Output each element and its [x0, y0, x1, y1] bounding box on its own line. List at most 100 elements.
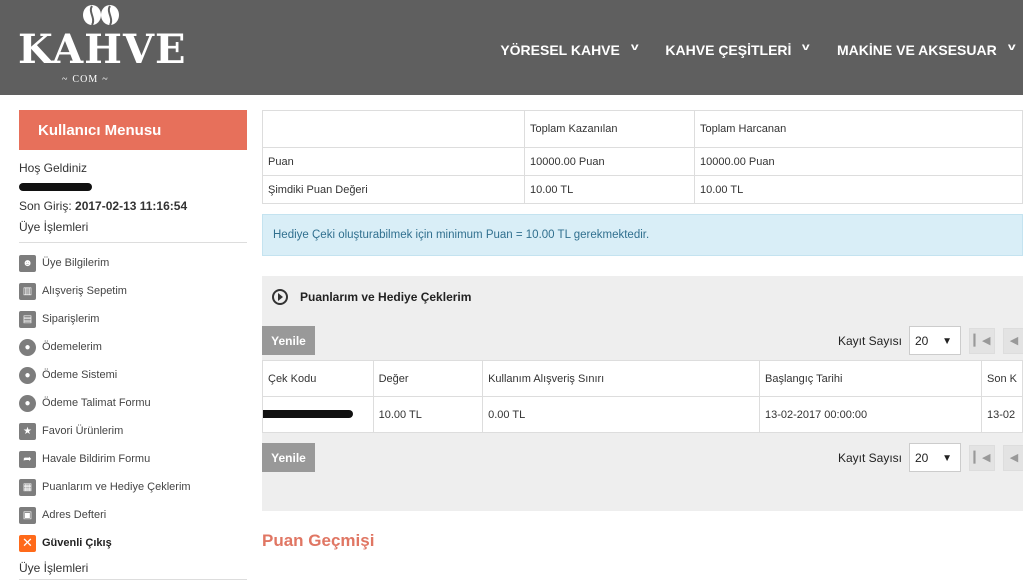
- top-toolbar: Yenile Kayıt Sayısı 20 ▼ ▎◀ ◀: [262, 326, 1023, 360]
- basket-icon: ▥: [19, 282, 36, 300]
- play-circle-icon: [272, 289, 288, 305]
- sidebar-item-guvenli-cikis[interactable]: ✕ Güvenli Çıkış: [19, 529, 247, 557]
- main-content: Toplam Kazanılan Toplam Harcanan Puan 10…: [262, 110, 1023, 551]
- last-login-label: Son Giriş:: [19, 199, 72, 213]
- sidebar-item-odeme-talimat-formu[interactable]: ● Ödeme Talimat Formu: [19, 389, 247, 417]
- chevron-down-icon: v: [802, 41, 811, 53]
- first-page-button[interactable]: ▎◀: [969, 327, 995, 354]
- share-arrow-icon: ➦: [19, 450, 36, 468]
- address-card-icon: ▣: [19, 506, 36, 524]
- column-header[interactable]: Çek Kodu: [262, 360, 374, 397]
- record-count-label: Kayıt Sayısı: [837, 333, 902, 348]
- table-cell: 10.00 TL: [694, 175, 1023, 204]
- table-cell: 10000.00 Puan: [694, 147, 1023, 176]
- table-row: Şimdiki Puan Değeri 10.00 TL 10.00 TL: [262, 175, 1023, 204]
- prev-page-button[interactable]: ◀: [1003, 327, 1023, 354]
- panel-header[interactable]: Puanlarım ve Hediye Çeklerim: [262, 276, 1023, 318]
- sidebar-item-odeme-sistemi[interactable]: ● Ödeme Sistemi: [19, 361, 247, 389]
- sidebar-item-label: Siparişlerim: [42, 313, 100, 325]
- nav-kahve-cesitleri[interactable]: KAHVE ÇEŞİTLERİ v: [665, 41, 811, 59]
- column-header[interactable]: Değer: [372, 360, 484, 397]
- sidebar-item-label: Havale Bildirim Formu: [42, 453, 151, 465]
- column-header[interactable]: Başlangıç Tarihi: [758, 360, 983, 397]
- sidebar-item-puanlarim[interactable]: ▦ Puanlarım ve Hediye Çeklerim: [19, 473, 247, 501]
- record-count-label: Kayıt Sayısı: [837, 450, 902, 465]
- refresh-button[interactable]: Yenile: [262, 443, 315, 472]
- sidebar-item-label: Üye Bilgilerim: [42, 257, 110, 269]
- user-sidebar: Kullanıcı Menusu Hoş Geldiniz Son Giriş:…: [19, 110, 247, 580]
- table-header-row: Toplam Kazanılan Toplam Harcanan: [262, 110, 1023, 148]
- table-header-row: Çek Kodu Değer Kullanım Alışveriş Sınırı…: [262, 360, 1023, 397]
- nav-label: MAKİNE VE AKSESUAR: [837, 42, 997, 58]
- pager: Kayıt Sayısı 20 ▼ ▎◀ ◀: [838, 326, 1023, 355]
- welcome-text: Hoş Geldiniz: [19, 161, 88, 175]
- last-login: Son Giriş: 2017-02-13 11:16:54: [19, 196, 247, 217]
- logo-domain: COM: [58, 74, 113, 85]
- panel-title: Puanlarım ve Hediye Çeklerim: [300, 290, 472, 304]
- sidebar-item-label: Güvenli Çıkış: [42, 537, 112, 549]
- sidebar-item-uye-bilgilerim[interactable]: ☻ Üye Bilgilerim: [19, 249, 247, 277]
- first-page-icon: ▎◀: [973, 335, 991, 347]
- document-icon: ▤: [19, 310, 36, 328]
- prev-page-button[interactable]: ◀: [1003, 444, 1023, 471]
- sidebar-item-favori-urunlerim[interactable]: ★ Favori Ürünlerim: [19, 417, 247, 445]
- sidebar-item-siparislerim[interactable]: ▤ Siparişlerim: [19, 305, 247, 333]
- pager: Kayıt Sayısı 20 ▼ ▎◀ ◀: [838, 443, 1023, 472]
- table-cell: 10000.00 Puan: [524, 147, 695, 176]
- table-cell: 10.00 TL: [372, 396, 484, 433]
- sidebar-item-label: Ödemelerim: [42, 341, 102, 353]
- page-size-value: 20: [915, 450, 929, 465]
- table-cell: Puan: [262, 147, 525, 176]
- gift-cheques-panel: Puanlarım ve Hediye Çeklerim Yenile Kayı…: [262, 276, 1023, 511]
- site-logo[interactable]: KAHVE COM: [18, 4, 186, 90]
- sidebar-item-label: Favori Ürünlerim: [42, 425, 124, 437]
- sidebar-item-odemelerim[interactable]: ● Ödemelerim: [19, 333, 247, 361]
- dropdown-arrow-icon: ▼: [942, 453, 952, 464]
- gift-cheques-table: Çek Kodu Değer Kullanım Alışveriş Sınırı…: [262, 360, 1023, 433]
- column-header[interactable]: Son K: [981, 360, 1023, 397]
- page-size-select[interactable]: 20 ▼: [909, 443, 961, 472]
- info-alert: Hediye Çeki oluşturabilmek için minimum …: [262, 214, 1023, 256]
- star-icon: ★: [19, 422, 36, 440]
- sidebar-item-label: Ödeme Talimat Formu: [42, 397, 151, 409]
- last-login-value: 2017-02-13 11:16:54: [75, 199, 188, 213]
- page-size-select[interactable]: 20 ▼: [909, 326, 961, 355]
- table-cell: 13-02-2017 00:00:00: [758, 396, 983, 433]
- sidebar-title: Kullanıcı Menusu: [19, 110, 247, 150]
- section-title: Üye İşlemleri: [19, 217, 247, 243]
- logo-wordmark: KAHVE: [18, 26, 187, 73]
- coin-icon: ●: [19, 366, 36, 384]
- points-history-title: Puan Geçmişi: [262, 531, 375, 550]
- nav-label: KAHVE ÇEŞİTLERİ: [665, 42, 792, 58]
- sidebar-item-alisveris-sepetim[interactable]: ▥ Alışveriş Sepetim: [19, 277, 247, 305]
- user-icon: ☻: [19, 254, 36, 272]
- coin-icon: ●: [19, 394, 36, 412]
- first-page-button[interactable]: ▎◀: [969, 444, 995, 471]
- sidebar-item-label: Adres Defteri: [42, 509, 107, 521]
- coffee-beans-icon: [83, 5, 119, 26]
- page-size-value: 20: [915, 333, 929, 348]
- nav-yoresel-kahve[interactable]: YÖRESEL KAHVE v: [500, 41, 639, 59]
- nav-label: YÖRESEL KAHVE: [500, 42, 620, 58]
- chevron-down-icon: v: [1007, 41, 1016, 53]
- table-cell: 0.00 TL: [482, 396, 760, 433]
- points-summary-table: Toplam Kazanılan Toplam Harcanan Puan 10…: [262, 110, 1023, 204]
- table-header-cell: Toplam Kazanılan: [524, 110, 695, 148]
- table-row[interactable]: 10.00 TL 0.00 TL 13-02-2017 00:00:00 13-…: [262, 396, 1023, 433]
- sidebar-item-label: Puanlarım ve Hediye Çeklerim: [42, 481, 191, 493]
- sidebar-item-adres-defteri[interactable]: ▣ Adres Defteri: [19, 501, 247, 529]
- refresh-button[interactable]: Yenile: [262, 326, 315, 355]
- prev-page-icon: ◀: [1009, 452, 1019, 464]
- column-header[interactable]: Kullanım Alışveriş Sınırı: [482, 360, 760, 397]
- chevron-down-icon: v: [630, 41, 639, 53]
- sidebar-item-havale-bildirim-formu[interactable]: ➦ Havale Bildirim Formu: [19, 445, 247, 473]
- table-header-cell: [262, 110, 525, 148]
- prev-page-icon: ◀: [1009, 335, 1019, 347]
- table-cell: 13-02: [981, 396, 1023, 433]
- nav-makine-aksesuar[interactable]: MAKİNE VE AKSESUAR v: [837, 41, 1023, 59]
- first-page-icon: ▎◀: [973, 452, 991, 464]
- cheque-code-redacted: [262, 396, 374, 433]
- table-header-cell: Toplam Harcanan: [694, 110, 1023, 148]
- sidebar-item-label: Ödeme Sistemi: [42, 369, 118, 381]
- table-cell: 10.00 TL: [524, 175, 695, 204]
